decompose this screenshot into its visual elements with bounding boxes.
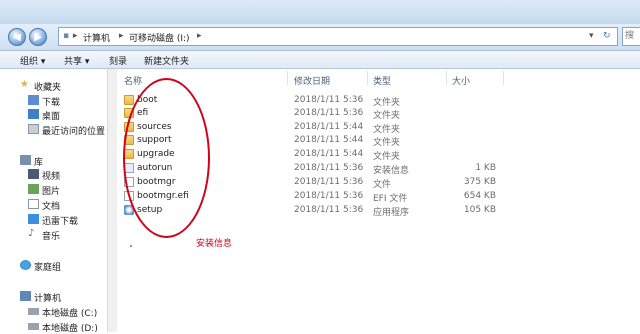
annotation-circle — [123, 78, 210, 238]
drive-icon — [28, 308, 39, 315]
burn-button[interactable]: 刻录 — [109, 54, 127, 67]
column-divider[interactable] — [503, 71, 504, 85]
window-titlebar — [0, 0, 640, 24]
navigation-pane: ★ 收藏夹 下载 桌面 最近访问的位置 库 视频 图片 文档 迅雷下载 ♪ 音乐… — [0, 69, 107, 334]
new-folder-button[interactable]: 新建文件夹 — [144, 54, 189, 67]
document-icon — [28, 199, 39, 209]
column-divider[interactable] — [367, 71, 368, 85]
dropdown-arrow-icon[interactable]: ▾ — [589, 31, 594, 41]
download-folder-icon — [28, 95, 39, 105]
library-icon — [20, 155, 31, 165]
video-icon — [28, 169, 39, 179]
column-header-type[interactable]: 类型 — [373, 74, 391, 87]
picture-icon — [28, 184, 39, 194]
refresh-icon[interactable]: ↻ — [603, 31, 611, 41]
xunlei-folder-icon — [28, 214, 39, 224]
pane-splitter[interactable] — [107, 69, 117, 332]
folder-icon — [124, 95, 134, 105]
annotation-label: 安装信息 — [196, 239, 233, 249]
back-button[interactable]: ◀ — [8, 28, 26, 46]
recent-places-icon — [28, 124, 39, 134]
share-button[interactable]: 共享 ▾ — [64, 54, 89, 67]
column-header-name[interactable]: 名称 — [124, 74, 142, 87]
forward-button[interactable]: ▶ — [29, 28, 47, 46]
computer-icon — [20, 291, 31, 301]
music-icon: ♪ — [28, 228, 35, 239]
search-input[interactable]: 搜 — [622, 27, 640, 46]
homegroup-icon — [20, 260, 31, 270]
cursor-dot — [130, 245, 132, 247]
column-divider[interactable] — [446, 71, 447, 85]
chevron-right-icon: ▸ — [73, 31, 78, 41]
computer-small-icon: ▪ — [63, 31, 70, 41]
breadcrumb-drive[interactable]: 可移动磁盘 (I:) — [129, 31, 190, 44]
command-toolbar: 组织 ▾ 共享 ▾ 刻录 新建文件夹 — [0, 51, 640, 69]
desktop-icon — [28, 109, 39, 119]
column-header-date[interactable]: 修改日期 — [294, 74, 330, 87]
address-bar-area: ◀ ▶ ▪ ▸ 计算机 ▸ 可移动磁盘 (I:) ▸ ▾ ↻ 搜 — [0, 24, 640, 51]
chevron-right-icon: ▸ — [197, 31, 202, 41]
drive-icon — [28, 323, 39, 330]
breadcrumb-computer[interactable]: 计算机 — [83, 31, 110, 44]
chevron-right-icon: ▸ — [119, 31, 124, 41]
column-header-size[interactable]: 大小 — [452, 74, 470, 87]
column-divider[interactable] — [287, 71, 288, 85]
organize-button[interactable]: 组织 ▾ — [20, 54, 45, 67]
address-field[interactable]: ▪ ▸ 计算机 ▸ 可移动磁盘 (I:) ▸ ▾ ↻ — [58, 27, 618, 46]
star-icon: ★ — [20, 79, 29, 90]
